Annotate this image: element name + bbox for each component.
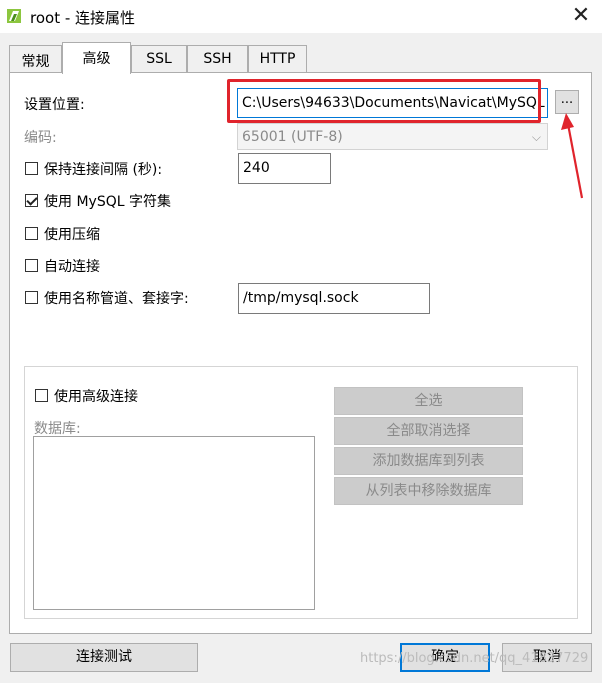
tab-http[interactable]: HTTP <box>248 45 307 72</box>
red-arrow-icon <box>561 113 584 199</box>
select-all-button: 全选 <box>334 387 523 415</box>
tab-general[interactable]: 常规 <box>9 45 62 72</box>
keepalive-label: 保持连接间隔 (秒): <box>44 162 163 178</box>
watermark-text: https://blog.csdn.net/qq_41837729 <box>360 651 589 666</box>
tab-ssh[interactable]: SSH <box>187 45 248 72</box>
advanced-connection-label: 使用高级连接 <box>54 389 138 405</box>
navicat-app-icon <box>7 9 21 23</box>
close-icon[interactable]: ✕ <box>566 2 596 30</box>
databases-list <box>33 436 315 610</box>
keepalive-input[interactable]: 240 <box>238 153 331 184</box>
named-pipe-label: 使用名称管道、套接字: <box>44 291 189 307</box>
tab-advanced[interactable]: 高级 <box>62 42 131 74</box>
named-pipe-input[interactable]: /tmp/mysql.sock <box>238 283 430 314</box>
compression-label: 使用压缩 <box>44 227 100 243</box>
encoding-value: 65001 (UTF-8) <box>242 129 343 145</box>
encoding-select: 65001 (UTF-8) ⌵ <box>237 123 548 150</box>
add-database-button: 添加数据库到列表 <box>334 447 523 475</box>
mysql-charset-checkbox[interactable] <box>25 194 38 207</box>
settings-location-input[interactable]: C:\Users\94633\Documents\Navicat\MySQL <box>237 88 548 118</box>
tab-ssl[interactable]: SSL <box>131 45 187 72</box>
auto-connect-checkbox[interactable] <box>25 259 38 272</box>
compression-checkbox[interactable] <box>25 227 38 240</box>
chevron-down-icon: ⌵ <box>531 130 541 144</box>
advanced-connection-checkbox[interactable] <box>35 389 48 402</box>
auto-connect-label: 自动连接 <box>44 259 100 275</box>
test-connection-button[interactable]: 连接测试 <box>10 643 198 672</box>
keepalive-checkbox[interactable] <box>25 162 38 175</box>
window-title: root - 连接属性 <box>30 9 136 27</box>
title-bar: root - 连接属性 ✕ <box>0 0 602 33</box>
named-pipe-checkbox[interactable] <box>25 291 38 304</box>
deselect-all-button: 全部取消选择 <box>334 417 523 445</box>
remove-database-button: 从列表中移除数据库 <box>334 477 523 505</box>
databases-label: 数据库: <box>34 421 81 437</box>
mysql-charset-label: 使用 MySQL 字符集 <box>44 194 171 210</box>
settings-location-label: 设置位置: <box>24 97 85 113</box>
encoding-label: 编码: <box>24 130 57 146</box>
